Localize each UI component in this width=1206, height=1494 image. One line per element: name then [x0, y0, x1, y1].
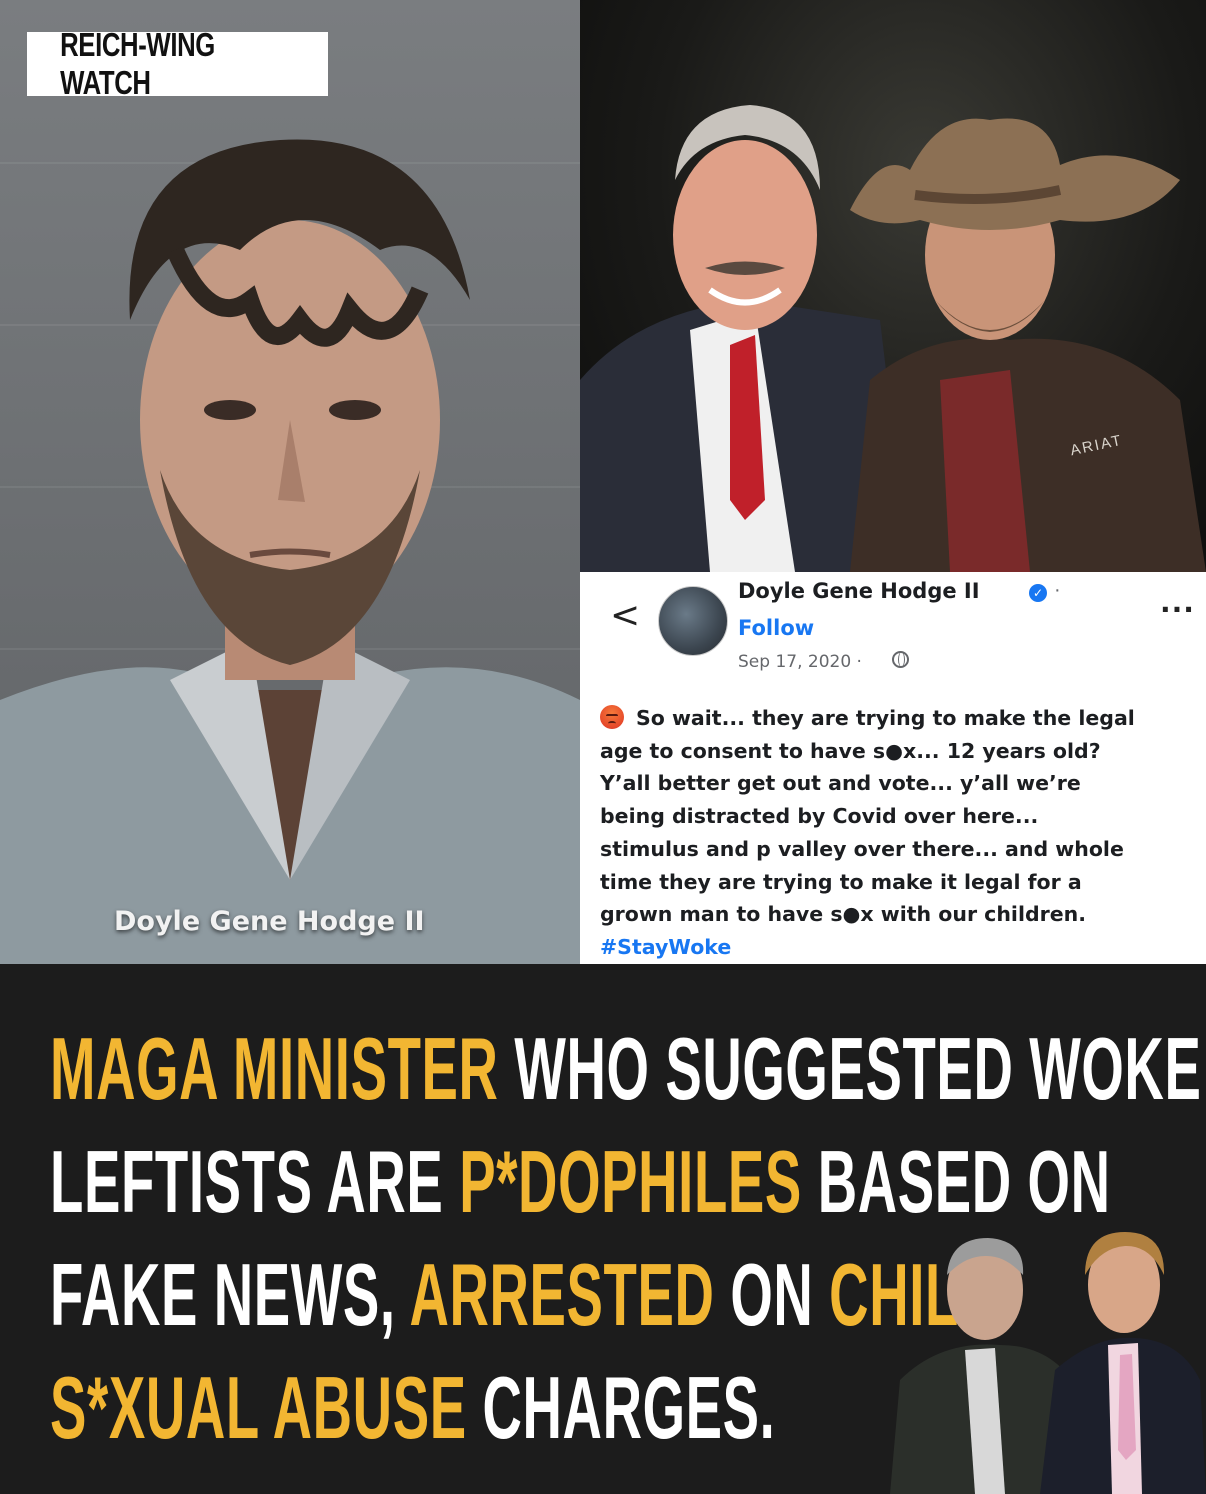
- mugshot-caption: Doyle Gene Hodge II: [114, 906, 425, 937]
- back-chevron-icon[interactable]: <: [610, 598, 640, 634]
- globe-icon: [892, 651, 909, 668]
- headline: MAGA MINISTER WHO SUGGESTED WOKE LEFTISTS…: [50, 1012, 1201, 1464]
- post-line: age to consent to have s●x... 12 years o…: [600, 738, 1101, 763]
- post-author-name[interactable]: Doyle Gene Hodge II: [738, 579, 980, 603]
- mugshot-photo: REICH-WING WATCH Doyle Gene Hodge II: [0, 0, 580, 964]
- headline-text: ON: [730, 1245, 830, 1344]
- post-line: Y’all better get out and vote... y’all w…: [600, 771, 1081, 796]
- headline-text: FAKE NEWS,: [50, 1245, 410, 1344]
- follow-button[interactable]: Follow: [738, 616, 814, 640]
- headline-highlight: MAGA MINISTER: [50, 1019, 515, 1118]
- social-post: < Doyle Gene Hodge II ✓ · Follow Sep 17,…: [580, 572, 1206, 964]
- verified-badge-icon: ✓: [1029, 584, 1047, 602]
- headline-highlight: P*DOPHILES: [459, 1132, 818, 1231]
- angry-face-icon: [600, 705, 624, 729]
- headline-highlight: S*XUAL ABUSE: [50, 1358, 483, 1457]
- post-line: time they are trying to make it legal fo…: [600, 869, 1082, 894]
- more-options-icon[interactable]: ...: [1160, 586, 1195, 619]
- post-body: So wait... they are trying to make the l…: [600, 702, 1200, 964]
- event-photo-figures: [580, 105, 1206, 572]
- headline-text: BASED ON: [817, 1132, 1111, 1231]
- headline-row: LEFTISTS ARE P*DOPHILES BASED ON: [50, 1125, 1110, 1238]
- brand-logo-box: REICH-WING WATCH: [27, 26, 328, 101]
- post-line: So wait... they are trying to make the l…: [600, 702, 1200, 735]
- brand-label: REICH-WING WATCH: [60, 26, 215, 101]
- headline-row: MAGA MINISTER WHO SUGGESTED WOKE: [50, 1012, 1201, 1125]
- headline-row: S*XUAL ABUSE CHARGES.: [50, 1351, 775, 1464]
- name-separator: ·: [1054, 579, 1061, 601]
- two-men-cutout: [890, 1232, 1206, 1494]
- headline-highlight: ARRESTED: [409, 1245, 731, 1344]
- post-date[interactable]: Sep 17, 2020 ·: [738, 652, 862, 672]
- event-photo: ARIAT: [580, 0, 1206, 572]
- mugshot-figure: [0, 139, 580, 964]
- headline-text: WHO SUGGESTED WOKE: [514, 1019, 1202, 1118]
- headline-text: LEFTISTS ARE: [50, 1132, 460, 1231]
- author-avatar[interactable]: [658, 586, 728, 656]
- post-line: grown man to have s●x with our children.: [600, 902, 1087, 927]
- headline-row: FAKE NEWS, ARRESTED ON CHILD: [50, 1238, 998, 1351]
- headline-text: CHARGES.: [482, 1358, 776, 1457]
- post-line: stimulus and p valley over there... and …: [600, 836, 1124, 861]
- post-line: being distracted by Covid over here...: [600, 804, 1039, 829]
- hashtag-link[interactable]: #StayWoke: [600, 931, 1200, 964]
